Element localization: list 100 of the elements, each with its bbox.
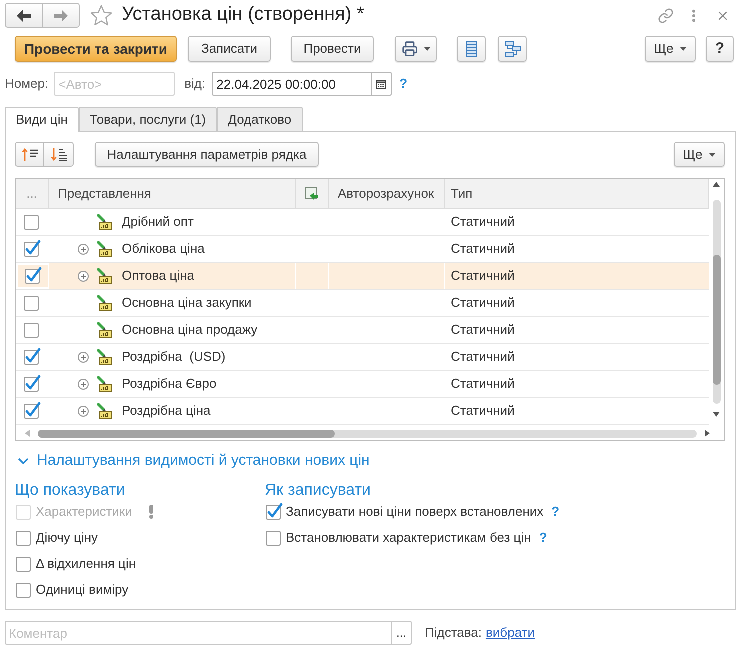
arrow-left-icon <box>17 10 31 22</box>
scrollbar-track[interactable] <box>38 430 697 438</box>
checkbox[interactable] <box>24 402 40 420</box>
caret-icon <box>424 47 430 51</box>
table-cell-text: Статичний <box>451 348 515 366</box>
checkbox[interactable] <box>24 213 40 231</box>
group-heading: Що показувати <box>15 481 126 501</box>
scrollbar-thumb[interactable] <box>712 255 720 385</box>
price-tag-pencil-icon <box>96 403 112 419</box>
column-header[interactable]: Представлення <box>58 184 152 204</box>
more-button[interactable]: Ще <box>645 36 696 62</box>
link-icon[interactable] <box>658 8 674 24</box>
column-header[interactable]: Авторозрахунок <box>338 184 434 204</box>
plus-circle-icon[interactable] <box>78 270 89 282</box>
scroll-down-icon[interactable] <box>713 412 720 417</box>
hierarchy-icon <box>504 41 520 57</box>
checkbox[interactable] <box>24 267 42 285</box>
checkbox[interactable] <box>16 529 33 547</box>
plus-circle-icon[interactable] <box>78 378 89 390</box>
field-label: Підстава: <box>425 624 482 642</box>
option-label: Δ відхилення цін <box>36 555 136 574</box>
price-tag-pencil-icon <box>96 268 112 284</box>
sort-ascending-button[interactable] <box>15 142 44 167</box>
calendar-button[interactable] <box>372 72 392 96</box>
table-cell-text: Статичний <box>451 375 515 394</box>
window-title: Установка цін (створення) * <box>122 3 364 28</box>
table-cell-text: Статичний <box>451 402 515 420</box>
price-type-name: Основна ціна продажу <box>122 321 258 340</box>
price-type-name: Оптова ціна <box>122 267 195 286</box>
checkbox[interactable] <box>266 529 283 547</box>
primary-button[interactable]: Провести та закрити <box>15 36 177 62</box>
comment-field[interactable]: Коментар <box>5 621 392 645</box>
structure-button[interactable] <box>498 36 527 62</box>
price-tag-pencil-icon <box>96 376 112 392</box>
caret-icon <box>708 152 716 156</box>
price-type-name: Основна ціна закупки <box>122 294 252 312</box>
table-cell-text: Статичний <box>451 321 515 340</box>
table-cell-text: Статичний <box>451 267 515 286</box>
column-header[interactable]: Тип <box>451 184 473 204</box>
records-button[interactable] <box>457 36 486 62</box>
scrollbar-thumb[interactable] <box>38 430 335 438</box>
star-icon[interactable] <box>90 4 113 26</box>
checkbox[interactable] <box>16 581 33 599</box>
checkbox[interactable] <box>24 321 40 339</box>
plus-circle-icon[interactable] <box>78 352 89 362</box>
more-button[interactable]: Ще <box>674 142 725 167</box>
section-toggle[interactable]: Налаштування видимості й установки нових цін <box>15 450 370 472</box>
help-link[interactable]: ? <box>400 74 408 94</box>
toolbar-button[interactable]: Провести <box>291 36 374 62</box>
sort-descending-button[interactable] <box>44 142 74 167</box>
option-label: Встановлювати характеристикам без цін <box>286 529 532 548</box>
sort-descending-icon <box>50 148 66 162</box>
checkbox[interactable] <box>24 375 40 393</box>
help-link[interactable]: ? <box>552 502 560 522</box>
option-label: Діючу ціну <box>36 529 98 548</box>
plus-circle-icon[interactable] <box>78 406 89 416</box>
price-type-name: Роздрібна ціна <box>122 402 211 420</box>
print-button[interactable] <box>395 36 437 62</box>
row-settings-button[interactable]: Налаштування параметрів рядка <box>95 142 319 167</box>
number-field[interactable]: <Авто> <box>54 72 175 96</box>
plus-circle-icon[interactable] <box>78 244 89 254</box>
date-field[interactable]: 22.04.2025 00:00:00 <box>212 72 372 96</box>
price-tag-pencil-icon <box>96 241 112 257</box>
option-label: Записувати нові ціни поверх встановлених <box>286 503 544 522</box>
chevron-down-icon <box>18 458 29 464</box>
table-cell-text: Статичний <box>451 213 515 232</box>
group-heading: Як записувати <box>265 481 372 501</box>
arrow-right-icon <box>54 10 68 22</box>
checkbox[interactable] <box>24 240 40 258</box>
table-cell-text: Статичний <box>451 294 515 312</box>
calendar-icon <box>376 79 386 89</box>
price-tag-pencil-icon <box>96 295 112 311</box>
select-link[interactable]: вибрати <box>486 623 535 643</box>
option-label: Одиниці виміру <box>36 581 129 600</box>
select-button[interactable]: ... <box>392 621 412 645</box>
tab[interactable]: Товари, послуги (1) <box>78 107 218 132</box>
price-tag-pencil-icon <box>96 349 112 365</box>
table-row[interactable]: Оптова ціна Статичний <box>16 263 709 290</box>
caret-icon <box>680 47 687 51</box>
price-type-name: Роздрібна Євро <box>122 375 217 394</box>
field-label: Номер: <box>5 75 49 94</box>
price-type-name: Облікова ціна <box>122 240 205 258</box>
price-tag-pencil-icon <box>96 214 112 230</box>
sort-ascending-icon <box>22 148 38 161</box>
checkbox[interactable] <box>16 555 33 573</box>
price-tag-pencil-icon <box>96 322 112 338</box>
tab[interactable]: Додатково <box>217 107 303 132</box>
price-type-name: Дрібний опт <box>122 213 194 232</box>
checkbox[interactable] <box>24 294 40 312</box>
scrollbar-track[interactable] <box>712 200 720 404</box>
toolbar-button[interactable]: Записати <box>188 36 271 62</box>
back-button[interactable] <box>5 3 43 28</box>
scroll-right-icon[interactable] <box>705 430 710 437</box>
checkbox[interactable] <box>24 348 40 366</box>
help-link[interactable]: ? <box>539 528 548 548</box>
help-button[interactable]: ? <box>706 36 734 62</box>
tab[interactable]: Види цін <box>5 107 79 132</box>
checkbox[interactable] <box>266 503 283 521</box>
scroll-up-icon[interactable] <box>713 182 720 187</box>
field-label: від: <box>184 75 206 94</box>
